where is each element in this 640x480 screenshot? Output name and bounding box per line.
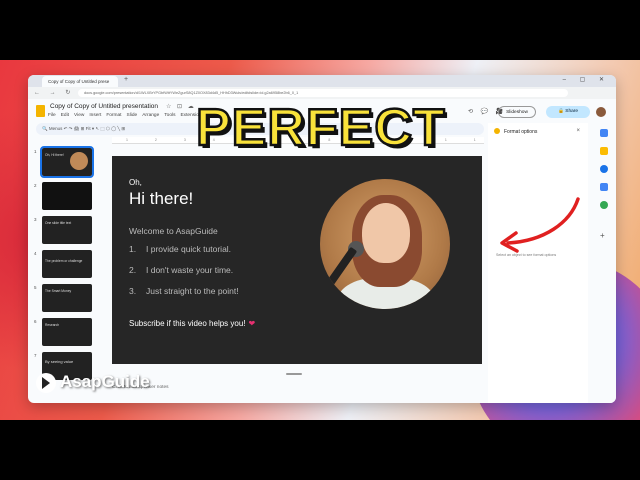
- heart-icon: ❤: [248, 319, 256, 328]
- thumb-number: 3: [34, 217, 37, 222]
- play-icon: [36, 373, 56, 393]
- navigation-buttons[interactable]: ← → ↻: [34, 89, 74, 96]
- title-action-icons[interactable]: ☆ ⊡ ☁: [166, 103, 196, 110]
- menu-slide[interactable]: Slide: [127, 113, 138, 118]
- slide-thumbnail[interactable]: Oh, Hi there!: [40, 146, 94, 178]
- thumb-text: The problem or challenge: [45, 259, 83, 263]
- slide-thumbnail[interactable]: Research: [42, 318, 92, 346]
- browser-tab[interactable]: Copy of Copy of Untitled prese: [42, 76, 118, 87]
- share-button[interactable]: 🔒 Share: [546, 106, 590, 118]
- thumb-number: 5: [34, 285, 37, 290]
- slide-welcome-text[interactable]: Welcome to AsapGuide: [129, 226, 218, 236]
- url-input[interactable]: docs.google.com/presentation/d/1WLXBrYPG…: [78, 89, 568, 97]
- letterbox-bottom: [0, 420, 640, 480]
- tasks-icon[interactable]: [600, 165, 608, 173]
- slide-list[interactable]: 1. I provide quick tutorial. 2. I don't wa…: [129, 244, 239, 307]
- list-item: 2. I don't waste your time.: [129, 265, 239, 286]
- list-text: Just straight to the point!: [146, 286, 239, 296]
- menu-insert[interactable]: Insert: [89, 113, 101, 118]
- calendar-icon[interactable]: [600, 129, 608, 137]
- slide-greeting-large[interactable]: Hi there!: [129, 189, 193, 209]
- tab-strip: Copy of Copy of Untitled prese + – ▢ ✕: [28, 75, 616, 87]
- slide-thumbnail[interactable]: The Smart Money: [42, 284, 92, 312]
- list-text: I don't waste your time.: [146, 265, 234, 275]
- format-options-icon: [494, 128, 500, 134]
- slide-thumbnail[interactable]: The problem or challenge: [42, 250, 92, 278]
- thumb-photo-icon: [70, 152, 88, 170]
- slides-logo-icon[interactable]: [36, 105, 45, 117]
- list-number: 1.: [129, 244, 137, 254]
- list-number: 2.: [129, 265, 137, 275]
- headline-overlay: PERFECT: [195, 98, 446, 159]
- document-title[interactable]: Copy of Copy of Untitled presentation: [50, 103, 158, 110]
- slideshow-button[interactable]: Slideshow: [498, 106, 536, 118]
- menu-arrange[interactable]: Arrange: [142, 113, 159, 118]
- thumb-number: 7: [34, 353, 37, 358]
- format-options-title: Format options: [504, 129, 538, 135]
- avatar[interactable]: [596, 107, 606, 117]
- arrow-shaft: [506, 197, 580, 245]
- contacts-icon[interactable]: [600, 183, 608, 191]
- menu-edit[interactable]: Edit: [61, 113, 69, 118]
- thumb-number: 4: [34, 251, 37, 256]
- thumb-text: One slide title text: [45, 221, 72, 225]
- menu-format[interactable]: Format: [106, 113, 121, 118]
- speaker-photo[interactable]: [320, 179, 450, 309]
- new-tab-button[interactable]: +: [124, 76, 128, 83]
- notes-resize-handle[interactable]: [286, 373, 302, 375]
- slide-greeting-small[interactable]: Oh,: [129, 178, 142, 187]
- window-controls[interactable]: – ▢ ✕: [563, 76, 610, 83]
- thumb-text: By seeing value: [45, 359, 74, 364]
- subscribe-label: Subscribe if this video helps you!: [129, 319, 246, 328]
- format-options-panel: Format options × Select an object to see…: [488, 123, 588, 403]
- letterbox-top: [0, 0, 640, 60]
- maps-icon[interactable]: [600, 201, 608, 209]
- brand-name: AsapGuide: [60, 372, 150, 391]
- thumb-number: 2: [34, 183, 37, 188]
- slide-canvas[interactable]: Oh, Hi there! Welcome to AsapGuide 1. I p…: [112, 156, 482, 364]
- slide-thumbnail[interactable]: [42, 182, 92, 210]
- list-item: 1. I provide quick tutorial.: [129, 244, 239, 265]
- menu-view[interactable]: View: [74, 113, 84, 118]
- photo-face: [362, 203, 410, 263]
- close-icon[interactable]: ×: [576, 128, 580, 134]
- red-arrow-annotation: [500, 197, 580, 253]
- side-panel-icons: +: [594, 123, 616, 403]
- menu-tools[interactable]: Tools: [164, 113, 175, 118]
- list-item: 3. Just straight to the point!: [129, 286, 239, 307]
- list-text: I provide quick tutorial.: [146, 244, 232, 254]
- add-addon-icon[interactable]: +: [600, 231, 605, 240]
- keep-icon[interactable]: [600, 147, 608, 155]
- list-number: 3.: [129, 286, 137, 296]
- thumb-number: 6: [34, 319, 37, 324]
- thumb-text: The Smart Money: [45, 289, 72, 293]
- thumb-number: 1: [34, 149, 37, 154]
- slide-subscribe-text[interactable]: Subscribe if this video helps you! ❤: [129, 319, 255, 328]
- menu-file[interactable]: File: [48, 113, 56, 118]
- thumb-text: Research: [45, 323, 60, 327]
- slide-thumbnail[interactable]: One slide title text: [42, 216, 92, 244]
